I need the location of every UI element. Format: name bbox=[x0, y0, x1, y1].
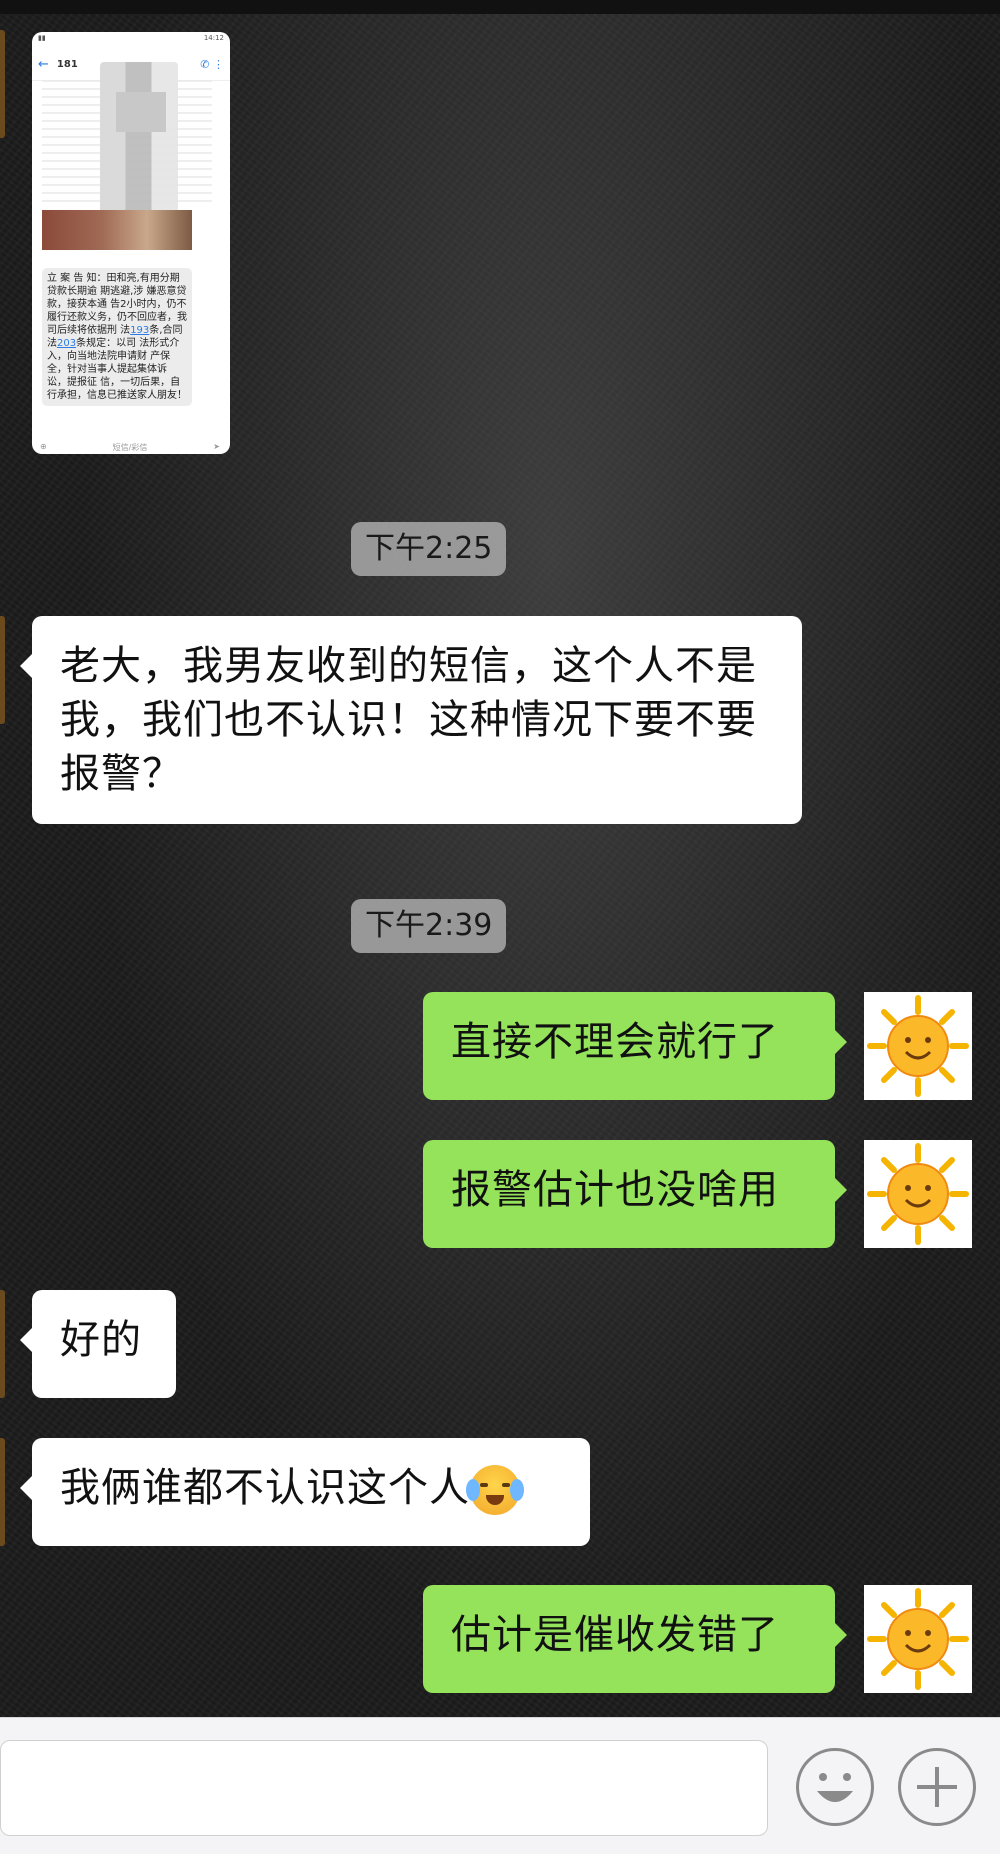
contact-avatar[interactable] bbox=[0, 1438, 5, 1546]
outgoing-message-bubble[interactable]: 报警估计也没啥用 bbox=[423, 1140, 847, 1248]
message-timestamp: 下午2:39 bbox=[351, 899, 507, 953]
message-text: 老大，我男友收到的短信，这个人不是我，我们也不认识！这种情况下要不要报警？ bbox=[60, 643, 757, 797]
thumbnail-mosaic bbox=[100, 62, 178, 222]
message-text: 报警估计也没啥用 bbox=[451, 1167, 779, 1213]
crying-laughing-emoji bbox=[466, 1465, 524, 1515]
message-text: 直接不理会就行了 bbox=[451, 1019, 779, 1065]
sun-avatar-icon[interactable] bbox=[864, 1585, 972, 1693]
sun-avatar-icon[interactable] bbox=[864, 1140, 972, 1248]
message-input[interactable] bbox=[0, 1740, 768, 1836]
thumbnail-time: 14:12 bbox=[203, 34, 224, 42]
smiley-icon[interactable] bbox=[796, 1748, 874, 1826]
message-text: 我俩谁都不认识这个人 bbox=[60, 1465, 470, 1511]
message-text: 估计是催收发错了 bbox=[451, 1612, 779, 1658]
incoming-message-bubble[interactable]: 好的 bbox=[20, 1290, 176, 1398]
phone-icon: ✆ ⋮ bbox=[200, 57, 224, 71]
plus-icon[interactable] bbox=[898, 1748, 976, 1826]
outgoing-message-bubble[interactable]: 估计是催收发错了 bbox=[423, 1585, 847, 1693]
send-icon: ➤ bbox=[213, 442, 220, 451]
back-arrow-icon: ← bbox=[38, 56, 49, 72]
contact-avatar[interactable] bbox=[0, 616, 5, 724]
thumbnail-mosaic-block bbox=[116, 92, 166, 132]
message-timestamp: 下午2:25 bbox=[351, 522, 507, 576]
incoming-message-bubble[interactable]: 老大，我男友收到的短信，这个人不是我，我们也不认识！这种情况下要不要报警？ bbox=[20, 616, 802, 824]
signal-icon: ▮▮ bbox=[38, 34, 46, 42]
sun-avatar-icon[interactable] bbox=[864, 992, 972, 1100]
message-text: 好的 bbox=[60, 1317, 142, 1363]
thumbnail-id-photo bbox=[42, 210, 192, 250]
chat-input-bar bbox=[0, 1717, 1000, 1854]
contact-avatar[interactable] bbox=[0, 30, 5, 138]
thumbnail-input-bar: ⊕ 短信/彩信 ➤ bbox=[40, 442, 220, 454]
thumbnail-input-placeholder: 短信/彩信 bbox=[112, 443, 148, 452]
outgoing-message-bubble[interactable]: 直接不理会就行了 bbox=[423, 992, 847, 1100]
image-message-thumbnail[interactable]: ▮▮ 14:12 ← 181 ✆ ⋮ 立 案 告 知：田和亮,有用分期贷款长期逾… bbox=[32, 32, 230, 454]
incoming-message-bubble[interactable]: 我俩谁都不认识这个人 bbox=[20, 1438, 590, 1546]
contact-avatar[interactable] bbox=[0, 1290, 5, 1398]
add-icon: ⊕ bbox=[40, 442, 47, 451]
thumbnail-sms-bubble: 立 案 告 知：田和亮,有用分期贷款长期逾 期逃避,涉 嫌恶意贷 款，接获本通 … bbox=[42, 268, 192, 406]
top-status-bar bbox=[0, 0, 1000, 14]
thumbnail-status-bar: ▮▮ 14:12 bbox=[32, 32, 230, 48]
